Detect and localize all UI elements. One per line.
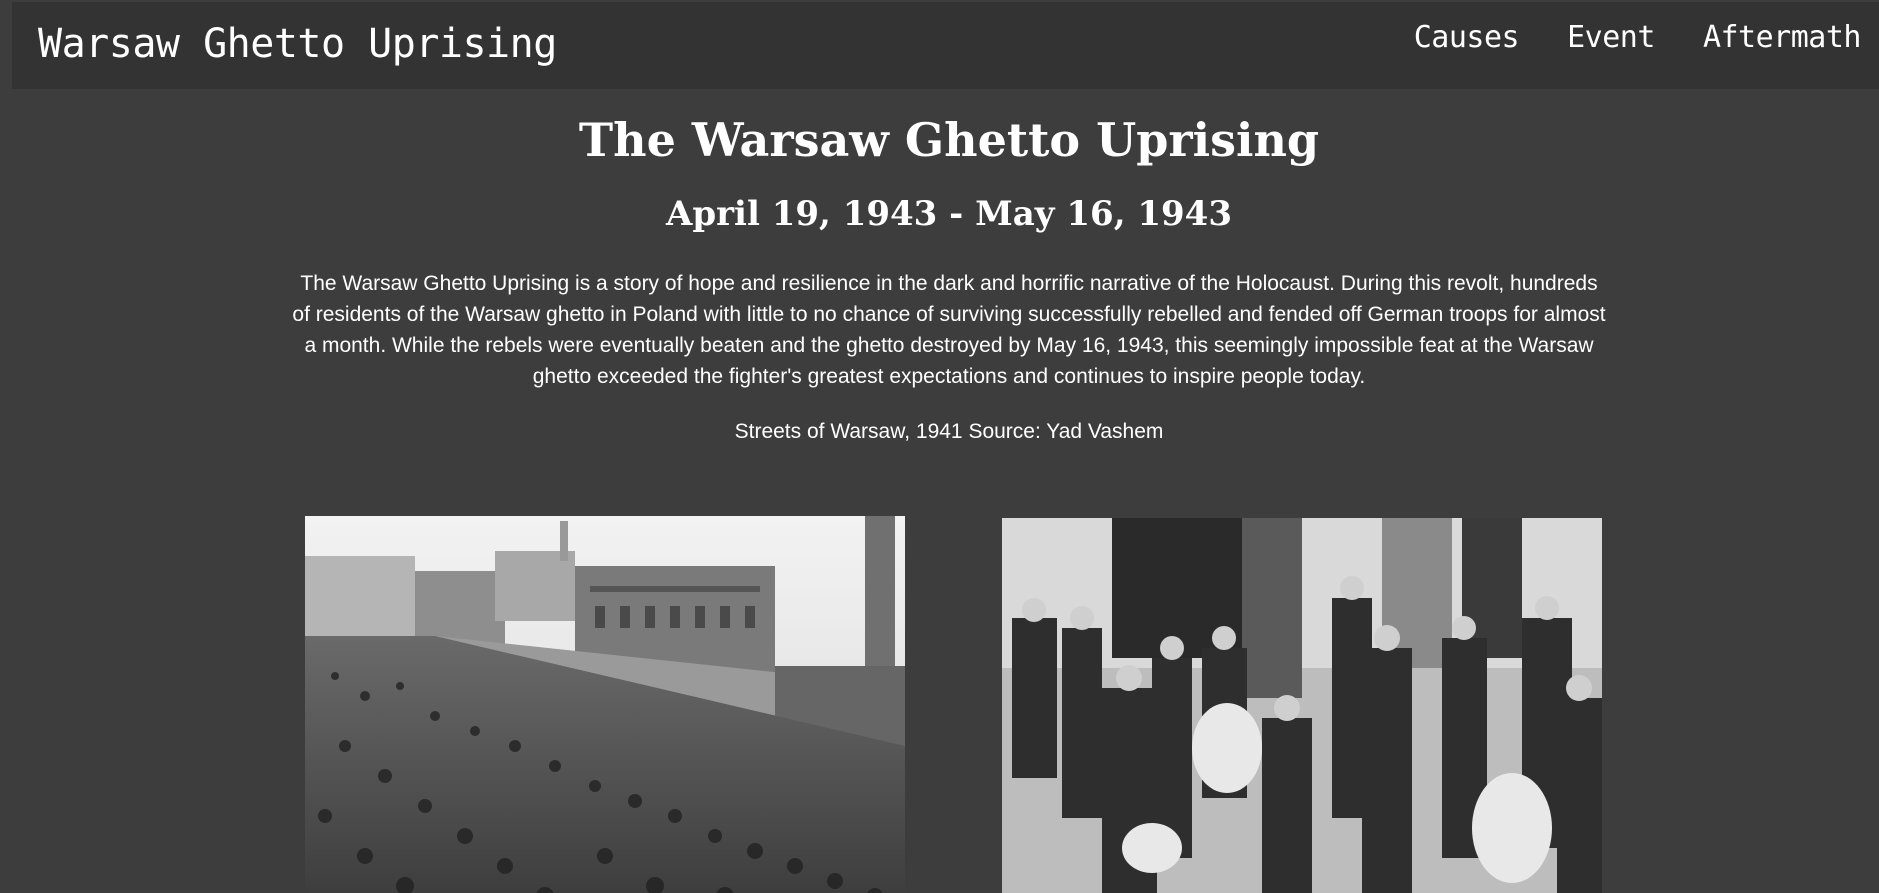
brand-link[interactable]: Warsaw Ghetto Uprising [38, 20, 557, 68]
date-range: April 19, 1943 - May 16, 1943 [665, 194, 1232, 234]
intro-paragraph: The Warsaw Ghetto Uprising is a story of… [292, 272, 1606, 388]
food-distribution-photo [1002, 518, 1602, 893]
page-title: The Warsaw Ghetto Uprising [578, 113, 1320, 167]
street-crowd-photo [305, 516, 905, 893]
nav-links: Causes Event Aftermath [1414, 18, 1862, 58]
photo-caption: Streets of Warsaw, 1941 Source: Yad Vash… [734, 420, 1164, 443]
nav-link-aftermath[interactable]: Aftermath [1703, 18, 1862, 58]
navbar: Warsaw Ghetto Uprising Causes Event Afte… [12, 2, 1879, 89]
nav-link-event[interactable]: Event [1567, 18, 1655, 58]
nav-link-causes[interactable]: Causes [1414, 18, 1520, 58]
